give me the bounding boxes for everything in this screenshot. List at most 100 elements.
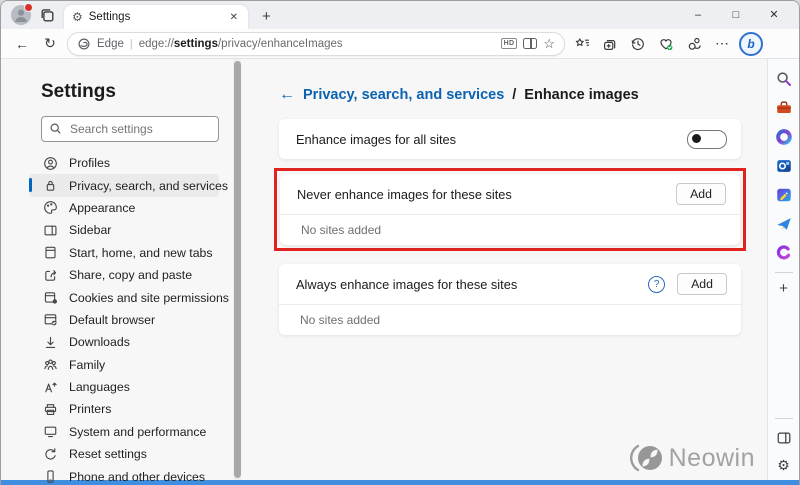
more-options-icon[interactable]: ⋯ xyxy=(711,35,733,52)
printer-icon xyxy=(43,402,58,417)
sidebar-tools-icon[interactable] xyxy=(774,98,794,118)
browser-check-icon xyxy=(43,312,58,327)
address-bar[interactable]: Edge | edge://settings/privacy/enhanceIm… xyxy=(67,32,565,56)
family-icon xyxy=(43,357,58,372)
sidebar-item-printers[interactable]: Printers xyxy=(29,398,219,420)
new-tab-button[interactable]: + xyxy=(258,5,275,29)
back-icon[interactable]: ← xyxy=(11,36,33,52)
settings-sidebar: Settings Profiles Privacy, search, and s… xyxy=(1,59,233,480)
browser-essentials-icon[interactable] xyxy=(655,36,677,52)
sidebar-outlook-icon[interactable] xyxy=(774,156,794,176)
settings-content: ← Privacy, search, and services / Enhanc… xyxy=(241,59,767,480)
sidebar-search-icon[interactable] xyxy=(774,69,794,89)
split-screen-icon[interactable] xyxy=(523,38,537,49)
site-name: Edge xyxy=(97,38,124,50)
sidebar-games-icon[interactable] xyxy=(774,243,794,263)
maximize-button[interactable]: □ xyxy=(717,1,755,29)
sidebar-layout-icon xyxy=(43,223,58,238)
profiles-icon xyxy=(43,156,58,171)
history-icon[interactable] xyxy=(627,36,649,52)
vertical-scrollbar xyxy=(233,59,241,480)
monitor-icon xyxy=(43,424,58,439)
tab-strip: ⚙ Settings ✕ + – □ ✕ xyxy=(1,1,799,29)
sidebar-divider xyxy=(775,418,793,419)
tab-settings[interactable]: ⚙ Settings ✕ xyxy=(64,5,248,29)
address-divider: | xyxy=(130,38,133,50)
sidebar-item-share-copy-paste[interactable]: Share, copy and paste xyxy=(29,264,219,286)
toggle-knob xyxy=(692,134,701,143)
download-icon xyxy=(43,335,58,350)
sidebar-item-system-performance[interactable]: System and performance xyxy=(29,421,219,443)
enhance-all-sites-card: Enhance images for all sites xyxy=(279,119,741,159)
breadcrumb-back-icon[interactable]: ← xyxy=(279,86,295,104)
refresh-icon[interactable]: ↻ xyxy=(39,35,61,52)
tab-close-icon[interactable]: ✕ xyxy=(228,10,240,25)
palette-icon xyxy=(43,200,58,215)
sidebar-item-profiles[interactable]: Profiles xyxy=(29,152,219,174)
help-icon[interactable]: ? xyxy=(648,276,665,293)
browser-toolbar: ← ↻ Edge | edge://settings/privacy/enhan… xyxy=(1,29,799,59)
edge-sidebar: + ⚙ xyxy=(767,59,799,480)
collections-icon[interactable] xyxy=(599,36,621,52)
always-enhance-card: Always enhance images for these sites ? … xyxy=(279,264,741,335)
sidebar-item-privacy-search-services[interactable]: Privacy, search, and services xyxy=(29,174,219,196)
neowin-logo-icon xyxy=(630,442,664,474)
enhance-all-sites-label: Enhance images for all sites xyxy=(296,132,677,147)
sidebar-item-downloads[interactable]: Downloads xyxy=(29,331,219,353)
never-enhance-label: Never enhance images for these sites xyxy=(297,187,666,202)
sidebar-add-button[interactable]: + xyxy=(779,282,788,296)
favorites-icon[interactable] xyxy=(571,36,593,52)
breadcrumb-separator: / xyxy=(512,87,516,103)
extensions-icon[interactable] xyxy=(683,36,705,52)
neowin-watermark: Neowin xyxy=(630,442,755,474)
hd-badge-icon[interactable]: HD xyxy=(501,38,518,49)
page-title: Enhance images xyxy=(524,87,638,103)
sidebar-item-sidebar[interactable]: Sidebar xyxy=(29,219,219,241)
sidebar-item-family[interactable]: Family xyxy=(29,354,219,376)
minimize-button[interactable]: – xyxy=(679,1,717,29)
sidebar-divider xyxy=(775,272,793,273)
always-enhance-add-button[interactable]: Add xyxy=(677,273,727,295)
phone-icon xyxy=(43,469,58,484)
enhance-images-toggle[interactable] xyxy=(687,130,727,149)
bing-copilot-icon[interactable]: b xyxy=(739,32,763,56)
sidebar-drop-icon[interactable] xyxy=(774,214,794,234)
url-text: edge://settings/privacy/enhanceImages xyxy=(139,38,343,50)
lock-icon xyxy=(43,178,58,193)
browser-window: ⚙ Settings ✕ + – □ ✕ ← ↻ Edge | edge://s… xyxy=(0,0,800,485)
settings-title: Settings xyxy=(41,81,233,103)
reset-icon xyxy=(43,447,58,462)
scrollbar-thumb[interactable] xyxy=(234,61,241,478)
sidebar-item-start-home-newtabs[interactable]: Start, home, and new tabs xyxy=(29,242,219,264)
workspaces-icon[interactable] xyxy=(39,7,56,24)
tab-title: Settings xyxy=(89,11,222,23)
never-enhance-add-button[interactable]: Add xyxy=(676,183,726,205)
window-controls: – □ ✕ xyxy=(679,1,793,29)
sidebar-item-reset-settings[interactable]: Reset settings xyxy=(29,443,219,465)
sidebar-panel-icon[interactable] xyxy=(774,428,794,448)
sidebar-designer-icon[interactable] xyxy=(774,185,794,205)
close-button[interactable]: ✕ xyxy=(755,1,793,29)
settings-tab-gear-icon: ⚙ xyxy=(72,10,83,24)
search-icon xyxy=(49,122,62,135)
sidebar-settings-gear-icon[interactable]: ⚙ xyxy=(777,457,790,474)
sidebar-copilot-icon[interactable] xyxy=(774,127,794,147)
sidebar-item-cookies-permissions[interactable]: Cookies and site permissions xyxy=(29,286,219,308)
cookie-gear-icon xyxy=(43,290,58,305)
sidebar-item-default-browser[interactable]: Default browser xyxy=(29,309,219,331)
favorite-star-icon[interactable]: ☆ xyxy=(543,36,555,52)
breadcrumb: ← Privacy, search, and services / Enhanc… xyxy=(279,86,767,104)
sidebar-item-languages[interactable]: Languages xyxy=(29,376,219,398)
never-enhance-empty-state: No sites added xyxy=(280,215,740,245)
profile-avatar[interactable] xyxy=(11,5,31,25)
watermark-text: Neowin xyxy=(669,444,755,473)
page-icon xyxy=(43,245,58,260)
red-highlight-box: Never enhance images for these sites Add… xyxy=(274,168,746,251)
language-icon xyxy=(43,380,58,395)
sidebar-item-phone-devices[interactable]: Phone and other devices xyxy=(29,465,219,485)
settings-search-input[interactable] xyxy=(41,116,219,142)
never-enhance-card: Never enhance images for these sites Add… xyxy=(280,174,740,245)
sidebar-item-appearance[interactable]: Appearance xyxy=(29,197,219,219)
breadcrumb-parent-link[interactable]: Privacy, search, and services xyxy=(303,87,504,103)
profile-notification-dot xyxy=(24,3,33,12)
